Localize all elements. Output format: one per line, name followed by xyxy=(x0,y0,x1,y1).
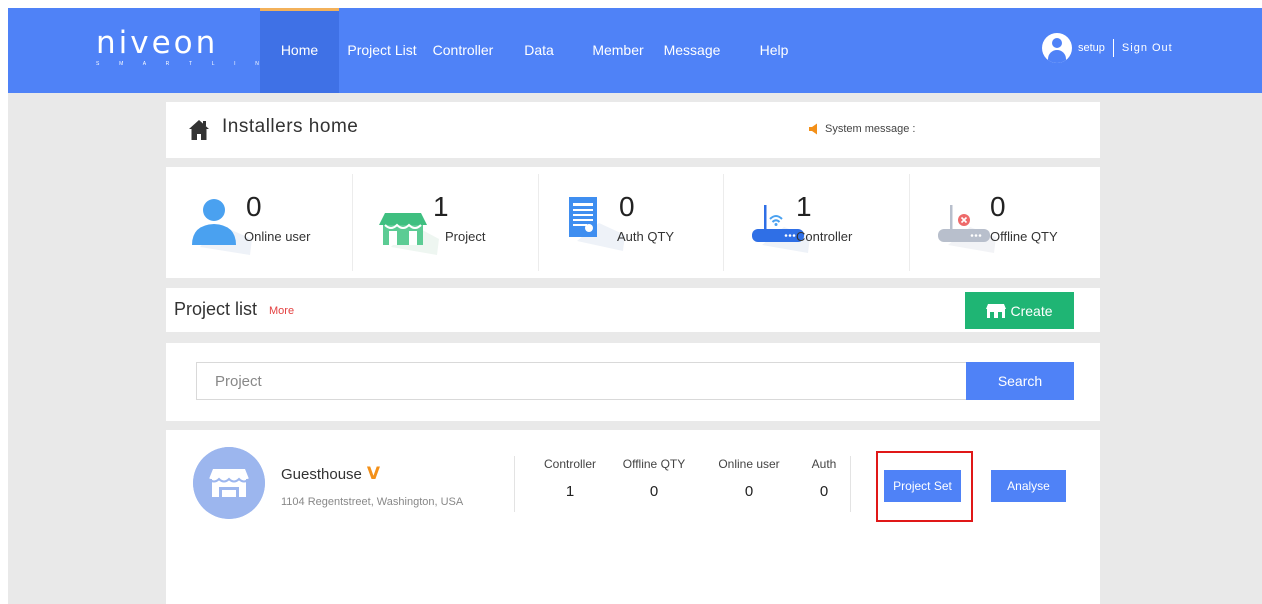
top-navbar: niveon S M A R T L I N K Home Project Li… xyxy=(8,8,1262,93)
project-store-avatar-icon[interactable] xyxy=(193,447,265,519)
project-list-title: Project list xyxy=(174,299,258,319)
column-value: 0 xyxy=(744,483,754,500)
project-col-controller: Controller 1 xyxy=(532,457,608,500)
stat-auth-qty[interactable]: 0 Auth QTY xyxy=(539,174,725,271)
user-avatar-icon[interactable] xyxy=(1042,33,1072,63)
sign-out-link[interactable]: Sign Out xyxy=(1122,42,1173,54)
search-button[interactable]: Search xyxy=(966,362,1074,400)
nav-item-data[interactable]: Data xyxy=(516,8,562,93)
store-icon xyxy=(379,213,439,255)
installers-home-header: Installers home System message : xyxy=(166,102,1100,158)
column-value: 0 xyxy=(649,483,659,500)
user-area: setup Sign Out xyxy=(1042,33,1173,63)
nav-item-home[interactable]: Home xyxy=(260,8,339,93)
verified-icon: V xyxy=(366,464,381,484)
stat-online-user[interactable]: 0 Online user xyxy=(166,174,352,271)
project-name[interactable]: Guesthouse V xyxy=(281,464,381,484)
document-icon xyxy=(569,197,625,251)
project-col-offline-qty: Offline QTY 0 xyxy=(616,457,692,500)
stat-label: Online user xyxy=(244,229,311,244)
column-header: Offline QTY xyxy=(622,457,686,471)
logo-subtext: S M A R T L I N K xyxy=(96,61,292,67)
stat-label: Controller xyxy=(796,229,853,244)
search-panel: Search xyxy=(166,343,1100,421)
stat-label: Auth QTY xyxy=(617,229,675,244)
system-message-label: System message : xyxy=(825,123,916,135)
page-background: niveon S M A R T L I N K Home Project Li… xyxy=(8,8,1262,604)
more-link[interactable]: More xyxy=(269,305,294,317)
create-button-label: Create xyxy=(1010,302,1053,319)
page-title: Installers home xyxy=(222,116,359,137)
highlight-box xyxy=(876,451,973,522)
speaker-icon xyxy=(809,123,817,135)
nav-item-message[interactable]: Message xyxy=(654,8,730,93)
home-icon xyxy=(189,120,209,140)
column-value: 1 xyxy=(565,483,575,500)
nav-item-controller[interactable]: Controller xyxy=(423,8,503,93)
column-divider xyxy=(514,456,515,512)
stat-project[interactable]: 1 Project xyxy=(353,174,539,271)
nav-item-help[interactable]: Help xyxy=(752,8,796,93)
project-list-header: Project list More Create xyxy=(166,288,1100,332)
stat-controller[interactable]: 1 Controller xyxy=(724,174,910,271)
project-search-input[interactable] xyxy=(196,362,967,400)
stat-value: 1 xyxy=(433,191,449,222)
user-icon xyxy=(192,199,252,255)
project-card: Guesthouse V 1104 Regentstreet, Washingt… xyxy=(166,430,1100,604)
system-message[interactable]: System message : xyxy=(808,123,915,135)
nav-item-project-list[interactable]: Project List xyxy=(341,8,423,93)
stat-label: Offline QTY xyxy=(990,229,1058,244)
column-divider xyxy=(850,456,851,512)
niveon-logo[interactable]: niveon S M A R T L I N K xyxy=(96,25,292,76)
stat-value: 0 xyxy=(246,191,262,222)
logo-wordmark: niveon xyxy=(96,25,219,61)
store-icon xyxy=(986,303,1007,318)
stat-value: 0 xyxy=(990,191,1006,222)
create-project-button[interactable]: Create xyxy=(965,292,1074,329)
column-header: Controller xyxy=(543,457,597,471)
stat-label: Project xyxy=(445,229,486,244)
user-separator xyxy=(1112,39,1114,57)
stats-panel: 0 Online user 1 Project 0 Auth QTY 1 Con… xyxy=(166,167,1100,278)
column-value: 0 xyxy=(819,483,829,500)
stat-offline-qty[interactable]: 0 Offline QTY xyxy=(910,174,1096,271)
analyse-button[interactable]: Analyse xyxy=(991,470,1066,502)
username-link[interactable]: setup xyxy=(1078,42,1105,54)
project-name-label: Guesthouse xyxy=(281,466,362,483)
column-header: Online user xyxy=(718,457,780,471)
stat-value: 0 xyxy=(619,191,635,222)
stat-value: 1 xyxy=(796,191,812,222)
project-col-auth: Auth 0 xyxy=(797,457,851,500)
offline-router-icon xyxy=(938,205,996,253)
column-header: Auth xyxy=(811,457,837,471)
project-col-online-user: Online user 0 xyxy=(711,457,787,500)
nav-item-member[interactable]: Member xyxy=(583,8,653,93)
project-address: 1104 Regentstreet, Washington, USA xyxy=(281,496,464,508)
